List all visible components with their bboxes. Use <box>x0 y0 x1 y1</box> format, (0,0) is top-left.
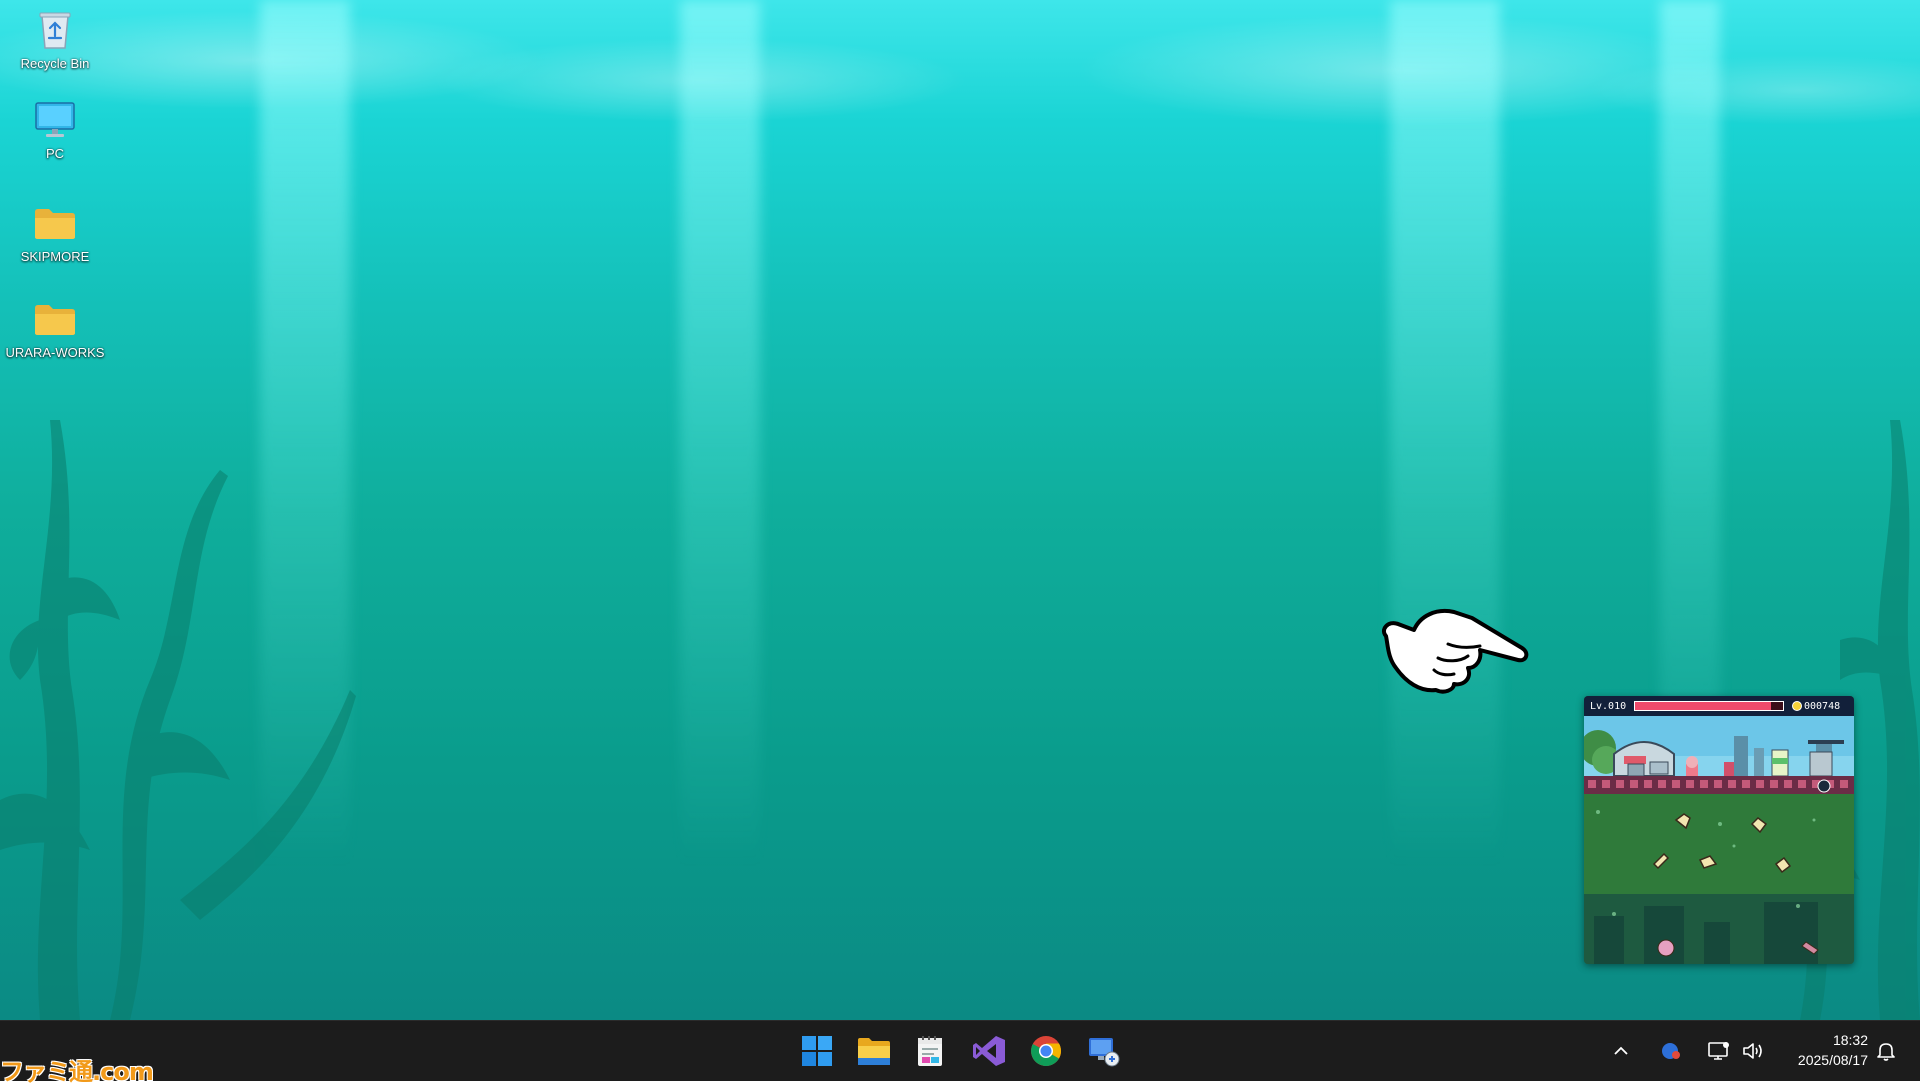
volume-icon <box>1743 1043 1762 1059</box>
desktop-icon-label: Recycle Bin <box>20 56 90 71</box>
game-hud: Lv.010 000748 <box>1584 696 1854 716</box>
clock-button[interactable]: 18:32 2025/08/17 <box>1772 1030 1868 1070</box>
desktop-icon-pc[interactable]: PC <box>8 98 102 161</box>
desktop-icon-label: SKIPMORE <box>20 249 90 264</box>
show-hidden-icons-button[interactable] <box>1606 1033 1636 1069</box>
recycle-bin-icon <box>33 8 77 52</box>
light-ray <box>1390 0 1500 1020</box>
notifications-button[interactable] <box>1870 1033 1902 1069</box>
windows-start-icon <box>802 1036 832 1066</box>
monitor-icon <box>33 98 77 142</box>
tray-app-button[interactable] <box>1656 1033 1686 1069</box>
desktop-icon-label: PC <box>45 146 65 161</box>
seaweed-left-decoration <box>0 420 356 1020</box>
desktop-icon-urara-works[interactable]: URARA-WORKS <box>5 297 105 360</box>
network-icon <box>1708 1042 1729 1060</box>
site-watermark: ファミ通.com <box>0 1058 154 1086</box>
clock-time: 18:32 <box>1832 1032 1868 1048</box>
volume-button[interactable] <box>1738 1033 1768 1069</box>
folder-icon <box>33 201 77 245</box>
taskbar-app-file-explorer[interactable] <box>852 1029 896 1073</box>
clock-date: 2025/08/17 <box>1797 1052 1868 1068</box>
folder-icon <box>33 297 77 341</box>
taskbar-app-remote-desktop[interactable] <box>1082 1029 1126 1073</box>
chevron-up-icon <box>1614 1046 1628 1055</box>
bell-icon <box>1877 1043 1895 1061</box>
hp-bar <box>1634 701 1784 711</box>
coin-counter: 000748 <box>1792 701 1840 712</box>
start-button[interactable] <box>795 1029 839 1073</box>
taskbar-app-visual-studio[interactable] <box>967 1029 1011 1073</box>
desktop-icon-label: URARA-WORKS <box>5 345 105 360</box>
hp-bar-fill <box>1635 702 1772 710</box>
desktop-icon-recycle-bin[interactable]: Recycle Bin <box>8 8 102 71</box>
coin-count: 000748 <box>1804 700 1841 712</box>
light-ray <box>680 0 760 1020</box>
notepad-icon <box>918 1036 942 1066</box>
remote-desktop-icon <box>1089 1038 1120 1067</box>
file-explorer-icon <box>858 1038 890 1065</box>
desktop-background: Recycle Bin PC SKIPMORE URARA-WORKS Lv.0… <box>0 0 1920 1020</box>
game-widget[interactable]: Lv.010 000748 <box>1584 696 1854 964</box>
visual-studio-icon <box>973 1036 1005 1066</box>
taskbar-app-notepad[interactable] <box>908 1029 952 1073</box>
taskbar <box>0 1020 1920 1081</box>
network-button[interactable] <box>1704 1033 1734 1069</box>
chrome-icon <box>1031 1036 1061 1067</box>
taskbar-app-chrome[interactable] <box>1024 1029 1068 1073</box>
coin-icon <box>1792 701 1802 711</box>
tray-app-icon <box>1662 1043 1680 1059</box>
desktop-icon-skipmore[interactable]: SKIPMORE <box>8 201 102 264</box>
player-level: Lv.010 <box>1590 700 1627 712</box>
pointing-hand-icon <box>1381 609 1529 694</box>
game-scene <box>1584 716 1854 964</box>
